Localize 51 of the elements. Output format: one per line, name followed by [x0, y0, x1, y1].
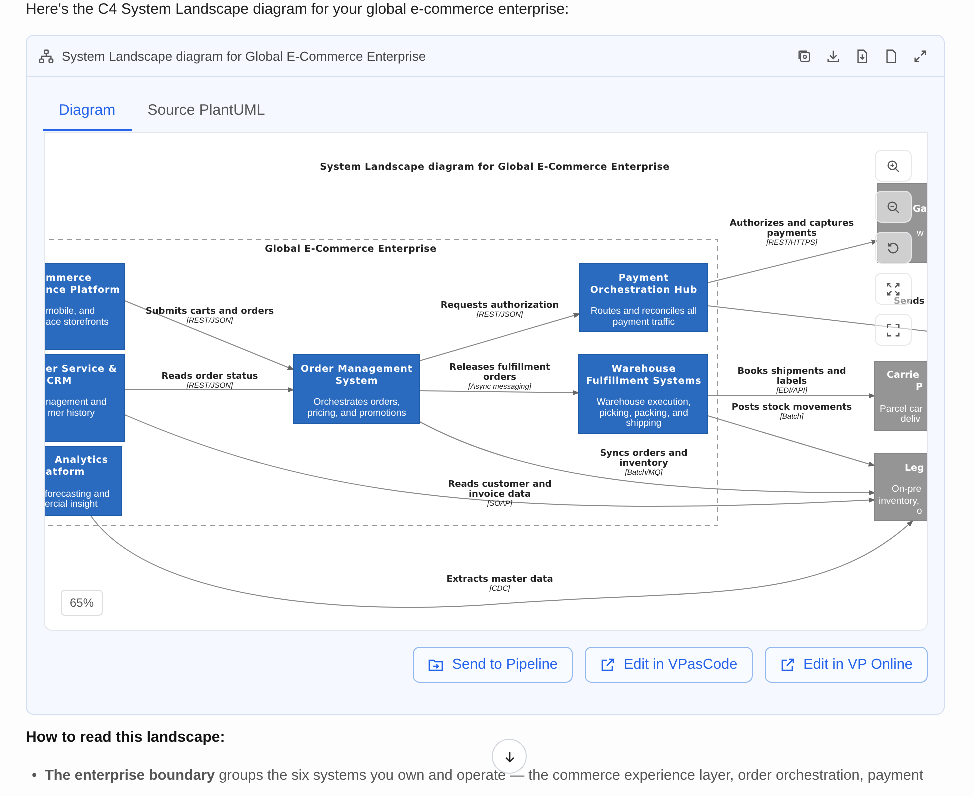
tab[interactable]: Source PlantUML	[132, 91, 282, 131]
system-description: Orchestrates orders, pricing, and promotions	[308, 397, 406, 419]
system-name: Leg	[905, 463, 924, 474]
system-name: Payment Orchestration Hub	[590, 273, 698, 296]
system-name: Analytics atform	[46, 455, 109, 478]
relationship-label: Books shipments and labels	[738, 367, 846, 387]
relationship-label: Authorizes and captures payments	[730, 219, 854, 239]
relationship-label: Posts stock movements	[732, 403, 852, 413]
system-description: mobile, and ace storefronts	[46, 306, 109, 328]
relationship-label: Reads customer and invoice data	[448, 480, 552, 500]
hierarchy-icon	[39, 48, 54, 64]
system-box	[874, 362, 927, 432]
card-title: System Landscape diagram for Global E-Commerce Enterprise	[62, 48, 426, 64]
system-box	[874, 454, 927, 522]
action-button[interactable]: Edit in VPasCode	[584, 647, 753, 683]
relationship-label: Syncs orders and inventory	[600, 449, 688, 469]
zoom-in-icon[interactable]	[875, 150, 912, 182]
system-name: Warehouse Fulfillment Systems	[586, 364, 702, 387]
relationship-label: Sends	[894, 297, 925, 307]
system-description: On-pre inventory, o	[879, 484, 922, 517]
system-name: Ga	[913, 204, 927, 215]
system-description: Routes and reconciles all payment traffic	[590, 306, 698, 328]
intro-text: Here's the C4 System Landscape diagram for your global e-commerce enterprise:	[26, 0, 570, 20]
system-description: forecasting and ercial insight	[45, 489, 110, 510]
bullet-marker: •	[32, 767, 38, 786]
folder-arrow-icon	[428, 657, 444, 673]
system-name: Order Management System	[301, 364, 413, 387]
relationship-label: Requests authorization	[440, 301, 560, 311]
action-button[interactable]: Edit in VP Online	[764, 647, 928, 683]
fullscreen-icon[interactable]	[875, 314, 912, 346]
bullet-text: The enterprise boundary groups the six systems you own and operate — the commerce experience layer, order orchestration, payment	[45, 767, 924, 786]
system-name: Carrie P	[887, 370, 923, 393]
system-name: er Service & CRM	[46, 364, 118, 387]
relationship-label: Releases fulfillment orders	[450, 363, 550, 383]
external-link-icon	[600, 657, 616, 673]
diagram-title: System Landscape diagram for Global E-Commerce Enterprise	[320, 162, 670, 173]
relationship-label: Extracts master data	[446, 575, 554, 585]
system-description: Warehouse execution, picking, packing, and shipping	[596, 397, 692, 429]
system-description: w	[917, 228, 924, 239]
boundary-label: Global E-Commerce Enterprise	[265, 244, 437, 255]
zoom-level: 65%	[61, 590, 104, 616]
system-name: mmerce nce Platform	[46, 273, 121, 296]
action-button[interactable]: Send to Pipeline	[413, 647, 573, 683]
external-link-icon	[780, 657, 796, 673]
system-description: nagement and mer history	[46, 397, 107, 419]
section-heading: How to read this landscape:	[26, 729, 226, 746]
relationship-label: Reads order status	[162, 372, 258, 382]
system-description: Parcel car deliv	[880, 404, 923, 425]
reset-icon[interactable]	[875, 232, 912, 264]
relationship-label: Submits carts and orders	[146, 307, 274, 317]
zoom-out-icon[interactable]	[875, 191, 912, 223]
